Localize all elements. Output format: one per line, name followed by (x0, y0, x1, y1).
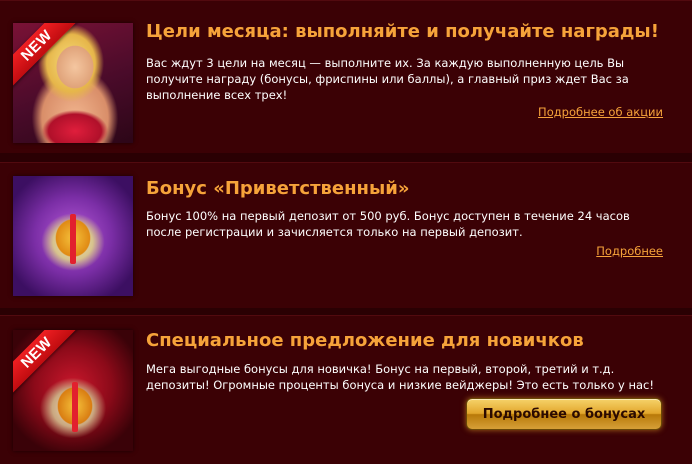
promo-title: Специальное предложение для новичков (146, 330, 584, 351)
promo-image-monthly-goals[interactable]: NEW (13, 23, 133, 143)
promo-card-welcome-bonus: Бонус «Приветственный» Бонус 100% на пер… (0, 162, 692, 308)
new-badge: NEW (13, 330, 81, 397)
promo-description: Бонус 100% на первый депозит от 500 руб.… (146, 209, 630, 239)
bonus-details-button[interactable]: Подробнее о бонусах (466, 398, 662, 430)
promo-title: Цели месяца: выполняйте и получайте нагр… (146, 21, 659, 42)
promo-title: Бонус «Приветственный» (146, 178, 410, 199)
promo-card-newbie-offer: NEW Специальное предложение для новичков… (0, 315, 692, 464)
promo-details-link[interactable]: Подробнее (596, 244, 663, 258)
promo-description: Вас ждут 3 цели на месяц — выполните их.… (146, 56, 629, 102)
new-badge: NEW (13, 23, 81, 90)
promo-card-monthly-goals: NEW Цели месяца: выполняйте и получайте … (0, 0, 692, 153)
promo-image-welcome-bonus[interactable] (13, 176, 133, 296)
promo-image-newbie-offer[interactable]: NEW (13, 330, 133, 451)
gift-icon (72, 382, 78, 432)
gift-icon (70, 214, 76, 264)
promo-details-link[interactable]: Подробнее об акции (538, 105, 663, 119)
promo-description: Мега выгодные бонусы для новичка! Бонус … (146, 362, 654, 392)
